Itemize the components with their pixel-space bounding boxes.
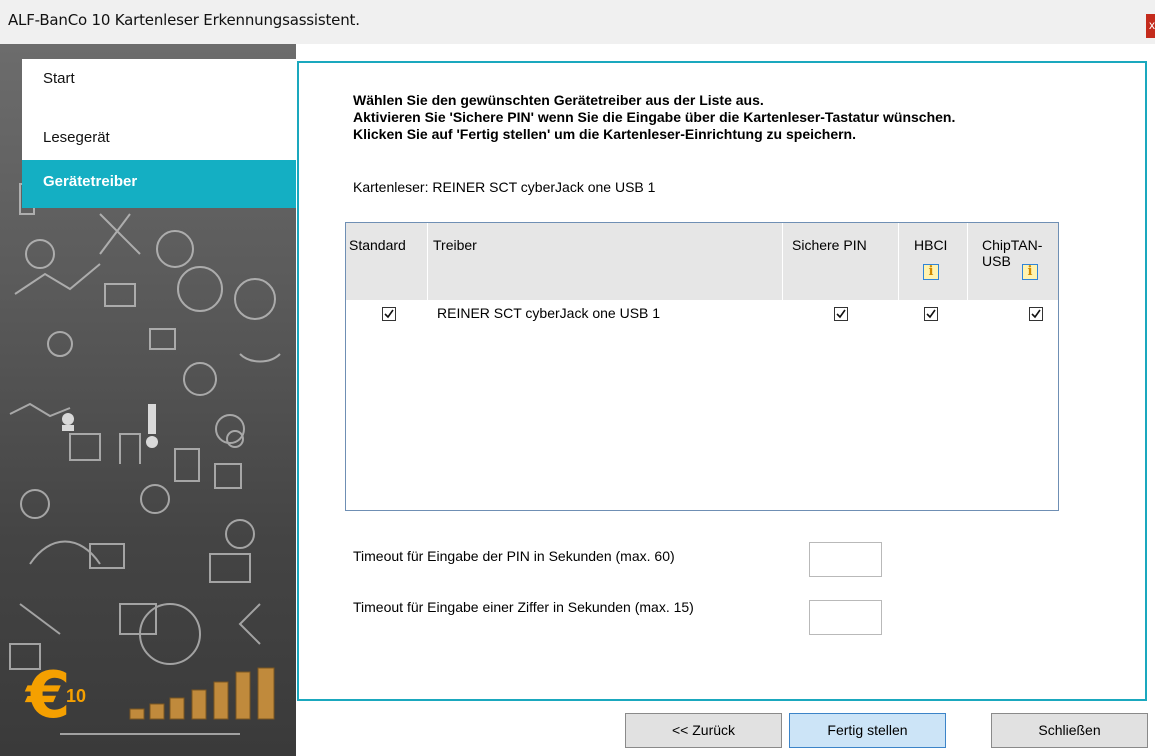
reader-label: Kartenleser: REINER SCT cyberJack one US… [353,179,656,195]
checkmark-icon [384,309,394,319]
pin-timeout-label: Timeout für Eingabe der PIN in Sekunden … [353,548,675,564]
instructions: Wählen Sie den gewünschten Gerätetreiber… [353,92,1123,143]
column-header-treiber[interactable]: Treiber [433,237,477,253]
column-header-sichere-pin[interactable]: Sichere PIN [792,237,867,253]
info-icon[interactable]: i [1022,264,1038,280]
sidebar-item-label: Gerätetreiber [43,173,138,190]
column-header-chiptan-usb[interactable]: ChipTAN-USB [982,237,1058,269]
checkmark-icon [836,309,846,319]
digit-timeout-input[interactable] [809,600,882,635]
hbci-checkbox[interactable] [924,307,938,321]
digit-timeout-label: Timeout für Eingabe einer Ziffer in Seku… [353,599,694,615]
column-header-hbci[interactable]: HBCI [914,237,947,253]
sidebar-item-lesegeraet[interactable]: Lesegerät [22,101,296,160]
column-divider [967,223,968,300]
sidebar-item-label: Start [43,70,75,87]
sidebar-item-label: Lesegerät [43,129,110,146]
pin-timeout-input[interactable] [809,542,882,577]
column-divider [782,223,783,300]
euro-icon: € [26,659,71,733]
column-divider [427,223,428,300]
secure-pin-checkbox[interactable] [834,307,848,321]
sidebar-item-start[interactable]: Start [22,59,296,101]
chiptan-usb-checkbox[interactable] [1029,307,1043,321]
info-icon[interactable]: i [923,264,939,280]
back-button[interactable]: << Zurück [625,713,782,748]
sidebar-item-geraetetreiber[interactable]: Gerätetreiber [22,160,296,208]
window-title: ALF-BanCo 10 Kartenleser Erkennungsassis… [8,11,360,29]
title-bar: ALF-BanCo 10 Kartenleser Erkennungsassis… [0,0,1155,44]
instruction-line: Aktivieren Sie 'Sichere PIN' wenn Sie di… [353,109,956,125]
instruction-line: Wählen Sie den gewünschten Gerätetreiber… [353,92,764,108]
finish-button[interactable]: Fertig stellen [789,713,946,748]
standard-checkbox[interactable] [382,307,396,321]
checkmark-icon [926,309,936,319]
driver-name: REINER SCT cyberJack one USB 1 [437,305,661,321]
instruction-line: Klicken Sie auf 'Fertig stellen' um die … [353,126,857,142]
driver-table[interactable]: Standard Treiber Sichere PIN HBCI i Chip… [345,222,1059,511]
checkmark-icon [1031,309,1041,319]
close-window-button[interactable]: x [1146,14,1155,38]
sidebar: Start Lesegerät Gerätetreiber € 10 [0,44,296,756]
table-header: Standard Treiber Sichere PIN HBCI i Chip… [346,223,1058,300]
column-header-standard[interactable]: Standard [349,237,406,253]
logo-number: 10 [66,686,87,706]
close-button[interactable]: Schließen [991,713,1148,748]
column-divider [898,223,899,300]
